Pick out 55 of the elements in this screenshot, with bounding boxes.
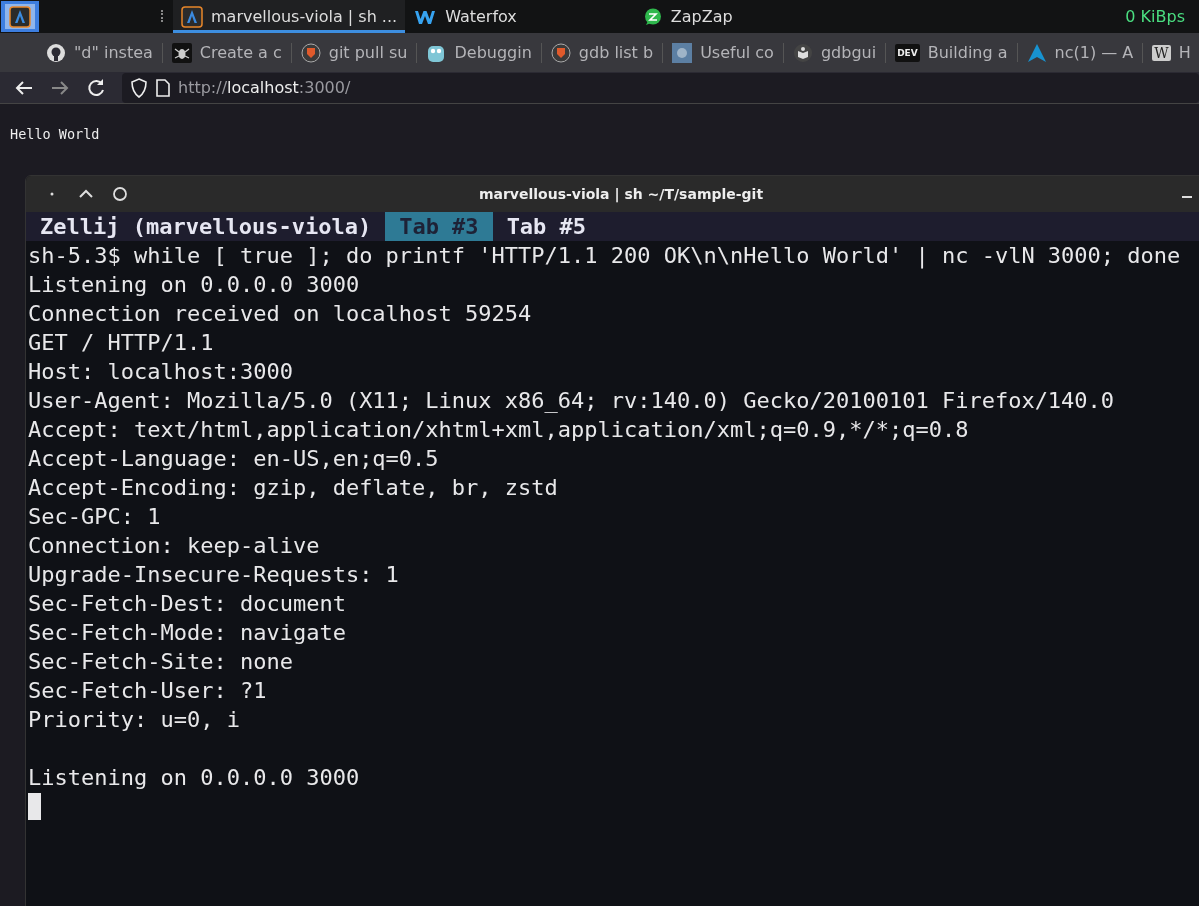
- terminal-line: Sec-Fetch-User: ?1: [28, 677, 267, 705]
- taskbar-item[interactable]: ZapZap: [634, 0, 741, 33]
- bookmark-link[interactable]: Create a c: [162, 42, 292, 63]
- terminal-line: sh-5.3$ while [ true ]; do printf 'HTTP/1.1 200 OK\n\nHello World' | nc -vlN 3000; done: [28, 242, 1181, 270]
- app-launcher-button[interactable]: [1, 1, 39, 32]
- terminal-line: Accept-Language: en-US,en;q=0.5: [28, 445, 439, 473]
- bookmark-link[interactable]: "d" instea: [37, 42, 163, 63]
- terminal-line: Sec-Fetch-Dest: document: [28, 590, 346, 618]
- bookmark-link[interactable]: Useful co: [663, 42, 784, 63]
- dev-logo: DEV: [895, 43, 920, 62]
- book-icon: [792, 42, 813, 63]
- taskbar-item[interactable]: Waterfox: [405, 0, 525, 33]
- taskbar-item[interactable]: marvellous-viola | sh ...: [173, 0, 406, 33]
- terminal-line: User-Agent: Mozilla/5.0 (X11; Linux x86_64; rv:140.0) Gecko/20100101 Firefox/140.0: [28, 387, 1115, 415]
- bookmark-link[interactable]: gdb list b: [541, 42, 664, 63]
- terminal-line: Connection: keep-alive: [28, 532, 320, 560]
- terminal-line: Listening on 0.0.0.0 3000: [28, 764, 360, 792]
- bookmark-link[interactable]: DEV Building a: [886, 43, 1018, 62]
- bookmark-link[interactable]: git pull su: [291, 42, 418, 63]
- bookmark-link[interactable]: gdbgui: [783, 42, 887, 63]
- terminal-line: Sec-Fetch-Site: none: [28, 648, 293, 676]
- terminal-line: Upgrade-Insecure-Requests: 1: [28, 561, 399, 589]
- page-icon: [156, 78, 170, 97]
- text-cursor: [28, 793, 41, 820]
- circle-icon[interactable]: [112, 186, 128, 202]
- terminal-line: Priority: u=0, i: [28, 706, 240, 734]
- page-text: Hello World: [10, 126, 100, 142]
- chat-icon: [642, 6, 663, 27]
- thumbnail-icon: [672, 42, 693, 63]
- terminal-line: Accept: text/html,application/xhtml+xml,application/xml;q=0.9,*/*;q=0.8: [28, 416, 969, 444]
- bookmark-link[interactable]: Debuggin: [417, 42, 542, 63]
- address-bar[interactable]: http://localhost:3000/: [122, 72, 1199, 103]
- window-title: marvellous-viola | sh ~/T/sample-git: [478, 186, 764, 202]
- terminal-line: Host: localhost:3000: [28, 358, 293, 386]
- terminal-app-icon: [9, 5, 31, 28]
- wikipedia-logo: W: [1152, 44, 1171, 61]
- shield-icon: [550, 42, 571, 63]
- terminal-tab[interactable]: Tab #5: [492, 212, 601, 241]
- github-icon: [46, 42, 66, 63]
- terminal-line: Sec-Fetch-Mode: navigate: [28, 619, 346, 647]
- arch-logo-icon: [1026, 42, 1047, 63]
- bookmark-link[interactable]: nc(1) — A: [1017, 42, 1144, 63]
- terminal-line: Listening on 0.0.0.0 3000: [28, 271, 360, 299]
- shield-icon: [300, 42, 321, 63]
- terminal-line: Connection received on localhost 59254: [28, 300, 532, 328]
- bug-icon: [171, 42, 192, 63]
- session-name: Zellij (marvellous-viola): [40, 213, 373, 241]
- bookmark-link[interactable]: W H: [1143, 43, 1199, 62]
- terminal-line: GET / HTTP/1.1: [28, 329, 214, 357]
- terminal-tab[interactable]: Tab #3: [385, 212, 493, 241]
- terminal-app-icon: [181, 5, 203, 28]
- terminal-line: Sec-GPC: 1: [28, 503, 161, 531]
- shield-icon[interactable]: [130, 77, 148, 98]
- network-speed: 0 KiBps: [1125, 7, 1185, 26]
- terminal-line: Accept-Encoding: gzip, deflate, br, zstd: [28, 474, 558, 502]
